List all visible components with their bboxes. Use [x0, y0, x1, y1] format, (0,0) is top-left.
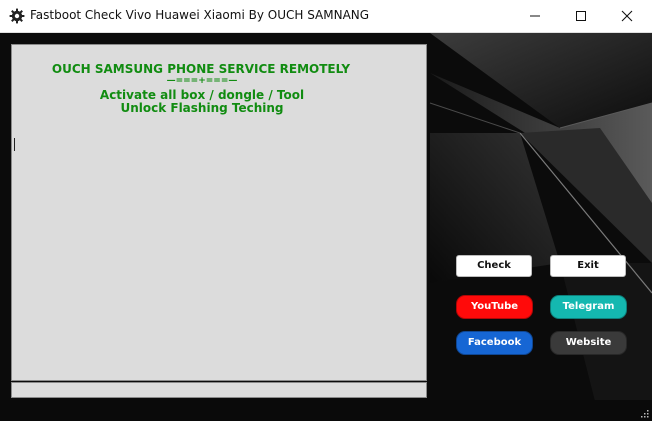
- client-area: OUCH SAMSUNG PHONE SERVICE REMOTELY —===…: [0, 33, 652, 421]
- close-button[interactable]: [604, 0, 650, 32]
- title-bar[interactable]: Fastboot Check Vivo Huawei Xiaomi By OUC…: [0, 0, 652, 33]
- banner-separator: —===+===—: [166, 76, 238, 86]
- maximize-button[interactable]: [558, 0, 604, 32]
- facebook-button[interactable]: Facebook: [456, 331, 533, 355]
- bottom-strip: [0, 400, 652, 421]
- banner-line-2: Activate all box / dongle / Tool: [99, 88, 305, 102]
- check-button[interactable]: Check: [456, 255, 532, 277]
- close-icon: [621, 10, 633, 22]
- telegram-button[interactable]: Telegram: [550, 295, 627, 319]
- text-caret: [14, 138, 15, 151]
- resize-grip-icon[interactable]: [639, 408, 649, 418]
- minimize-button[interactable]: [512, 0, 558, 32]
- output-textbox[interactable]: OUCH SAMSUNG PHONE SERVICE REMOTELY —===…: [11, 44, 427, 381]
- minimize-icon: [530, 15, 540, 17]
- banner-line-3: Unlock Flashing Teching: [120, 101, 284, 115]
- status-bar: [11, 382, 427, 398]
- gear-icon: [9, 8, 25, 24]
- window-title: Fastboot Check Vivo Huawei Xiaomi By OUC…: [30, 8, 370, 22]
- maximize-icon: [576, 11, 586, 21]
- exit-button[interactable]: Exit: [550, 255, 626, 277]
- website-button[interactable]: Website: [550, 331, 627, 355]
- youtube-button[interactable]: YouTube: [456, 295, 533, 319]
- banner-line-1: OUCH SAMSUNG PHONE SERVICE REMOTELY: [51, 62, 351, 76]
